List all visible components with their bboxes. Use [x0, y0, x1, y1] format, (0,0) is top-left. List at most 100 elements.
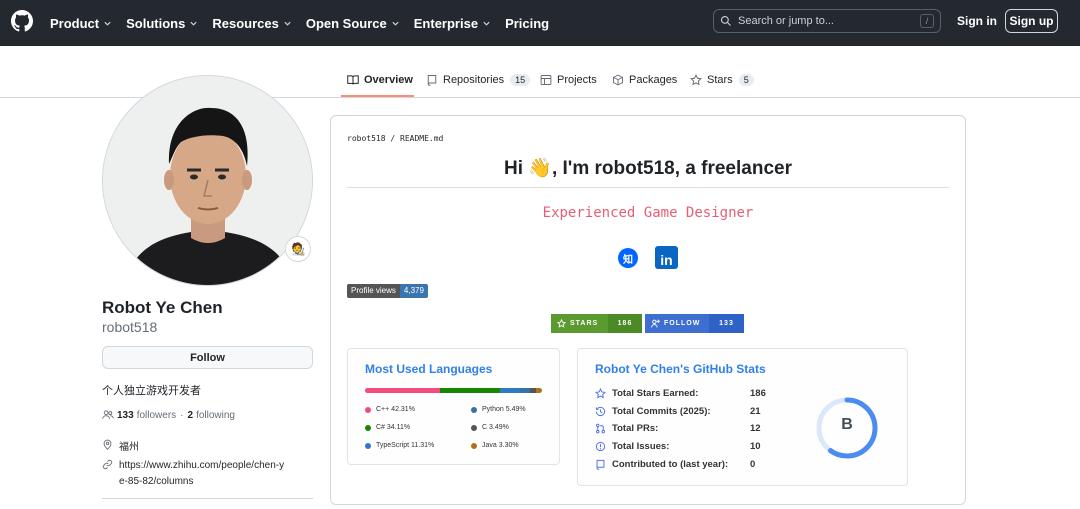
followers-count[interactable]: 133 [117, 410, 134, 421]
readme-path-file[interactable]: README.md [400, 134, 443, 143]
heading-divider [347, 187, 949, 188]
follow-badge-value: 133 [709, 314, 744, 333]
chevron-down-icon [190, 21, 197, 26]
stat-value: 12 [750, 423, 761, 434]
language-label: C 3.49% [482, 424, 509, 431]
package-icon [613, 74, 623, 86]
stat-value: 186 [750, 388, 766, 399]
language-legend-item: Python 5.49% [471, 406, 526, 413]
stat-row-stars: Total Stars Earned: [595, 388, 698, 399]
followers-line: 133 followers · 2 following [102, 409, 235, 421]
language-legend-item: Java 3.30% [471, 442, 519, 449]
following-label[interactable]: following [196, 410, 235, 421]
language-label: Java 3.30% [482, 442, 519, 449]
profile-username: robot518 [102, 319, 158, 335]
stars-badge-value: 186 [608, 314, 642, 333]
readme-heading: Hi 👋, I'm robot518, a freelancer [347, 156, 949, 180]
star-icon [557, 319, 566, 328]
search-input[interactable]: Search or jump to... / [713, 9, 941, 33]
nav-label: Pricing [505, 15, 550, 31]
nav-label: Open Source [305, 15, 387, 31]
tab-label: Repositories [443, 74, 505, 86]
stat-value: 21 [750, 406, 761, 417]
github-logo-icon[interactable] [11, 10, 33, 32]
language-label: C# 34.11% [376, 424, 411, 431]
nav-pricing[interactable]: Pricing [505, 16, 549, 31]
nav-enterprise[interactable]: Enterprise [414, 16, 491, 31]
chevron-down-icon [104, 21, 111, 26]
language-legend-item: C# 34.11% [365, 424, 410, 431]
tab-label: Overview [364, 74, 413, 86]
tab-overview[interactable]: Overview [347, 62, 413, 98]
follow-badge[interactable]: FOLLOW 133 [645, 314, 744, 333]
people-icon [102, 410, 114, 419]
stat-value: 10 [750, 441, 761, 452]
website-link[interactable]: https://www.zhihu.com/people/chen-ye-85-… [119, 458, 289, 490]
global-header: Product Solutions Resources Open Source … [0, 0, 1080, 46]
following-count[interactable]: 2 [188, 410, 194, 421]
nav-solutions[interactable]: Solutions [126, 16, 198, 31]
language-color-dot [471, 442, 477, 449]
waving-hand-icon: 👋 [528, 158, 552, 179]
main-nav: Product Solutions Resources Open Source … [50, 0, 563, 46]
stat-label: Total Stars Earned: [612, 388, 699, 399]
language-legend-item: TypeScript 11.31% [365, 442, 434, 449]
star-icon [595, 388, 606, 399]
follow-badge-label-wrap: FOLLOW [645, 314, 709, 333]
tab-label: Projects [557, 74, 597, 86]
profile-views-value: 4,379 [399, 284, 428, 298]
stats-card-title: Robot Ye Chen's GitHub Stats [595, 362, 766, 376]
active-tab-indicator [341, 95, 414, 97]
search-icon [720, 15, 731, 26]
nav-open-source[interactable]: Open Source [306, 16, 400, 31]
status-emoji-badge[interactable]: 🧑‍🎨 [285, 236, 311, 262]
stat-row-contributed: Contributed to (last year): [595, 459, 728, 470]
readme-path-user[interactable]: robot518 [347, 134, 386, 143]
followers-label[interactable]: followers [137, 410, 176, 421]
nav-label: Enterprise [413, 15, 479, 31]
repositories-count: 15 [510, 74, 531, 86]
tab-stars[interactable]: Stars 5 [690, 62, 754, 98]
stat-label: Contributed to (last year): [612, 459, 729, 470]
book-icon [347, 75, 359, 85]
linkedin-icon[interactable]: in [655, 246, 678, 269]
zhihu-icon[interactable]: 知 [618, 248, 638, 268]
tab-projects[interactable]: Projects [540, 62, 597, 98]
tab-repositories[interactable]: Repositories 15 [426, 62, 531, 98]
stars-badge[interactable]: STARS 186 [551, 314, 642, 333]
location-pin-icon [103, 439, 112, 450]
language-color-dot [471, 424, 477, 431]
language-color-dot [471, 406, 477, 413]
repo-icon [427, 75, 437, 86]
history-icon [595, 406, 606, 417]
nav-label: Product [50, 15, 100, 31]
person-add-icon [651, 319, 660, 328]
sign-up-button[interactable]: Sign up [1005, 9, 1058, 33]
star-icon [690, 74, 702, 86]
language-bar-segment [520, 388, 530, 393]
repo-icon [596, 459, 605, 470]
rank-letter: B [841, 416, 853, 433]
follow-button[interactable]: Follow [102, 346, 313, 369]
profile-full-name: Robot Ye Chen [102, 298, 223, 317]
separator: · [180, 409, 184, 421]
languages-progress-bar [365, 388, 542, 393]
heading-text-after: , I'm robot518, a freelancer [551, 158, 792, 179]
languages-card-title: Most Used Languages [365, 362, 493, 376]
tab-packages[interactable]: Packages [612, 62, 677, 98]
issue-icon [595, 441, 606, 452]
avatar[interactable] [102, 75, 313, 286]
chevron-down-icon [284, 21, 291, 26]
chevron-down-icon [392, 21, 399, 26]
language-color-dot [365, 442, 371, 449]
nav-product[interactable]: Product [50, 16, 112, 31]
pull-request-icon [596, 423, 605, 434]
stat-label: Total Commits (2025): [612, 406, 711, 417]
tab-label: Stars [707, 74, 733, 86]
nav-resources[interactable]: Resources [212, 16, 291, 31]
search-shortcut-key: / [920, 14, 934, 28]
stars-badge-label: STARS [570, 320, 599, 327]
location-text: 福州 [119, 442, 139, 453]
sign-in-link[interactable]: Sign in [957, 14, 997, 28]
stars-badge-label-wrap: STARS [551, 314, 608, 333]
